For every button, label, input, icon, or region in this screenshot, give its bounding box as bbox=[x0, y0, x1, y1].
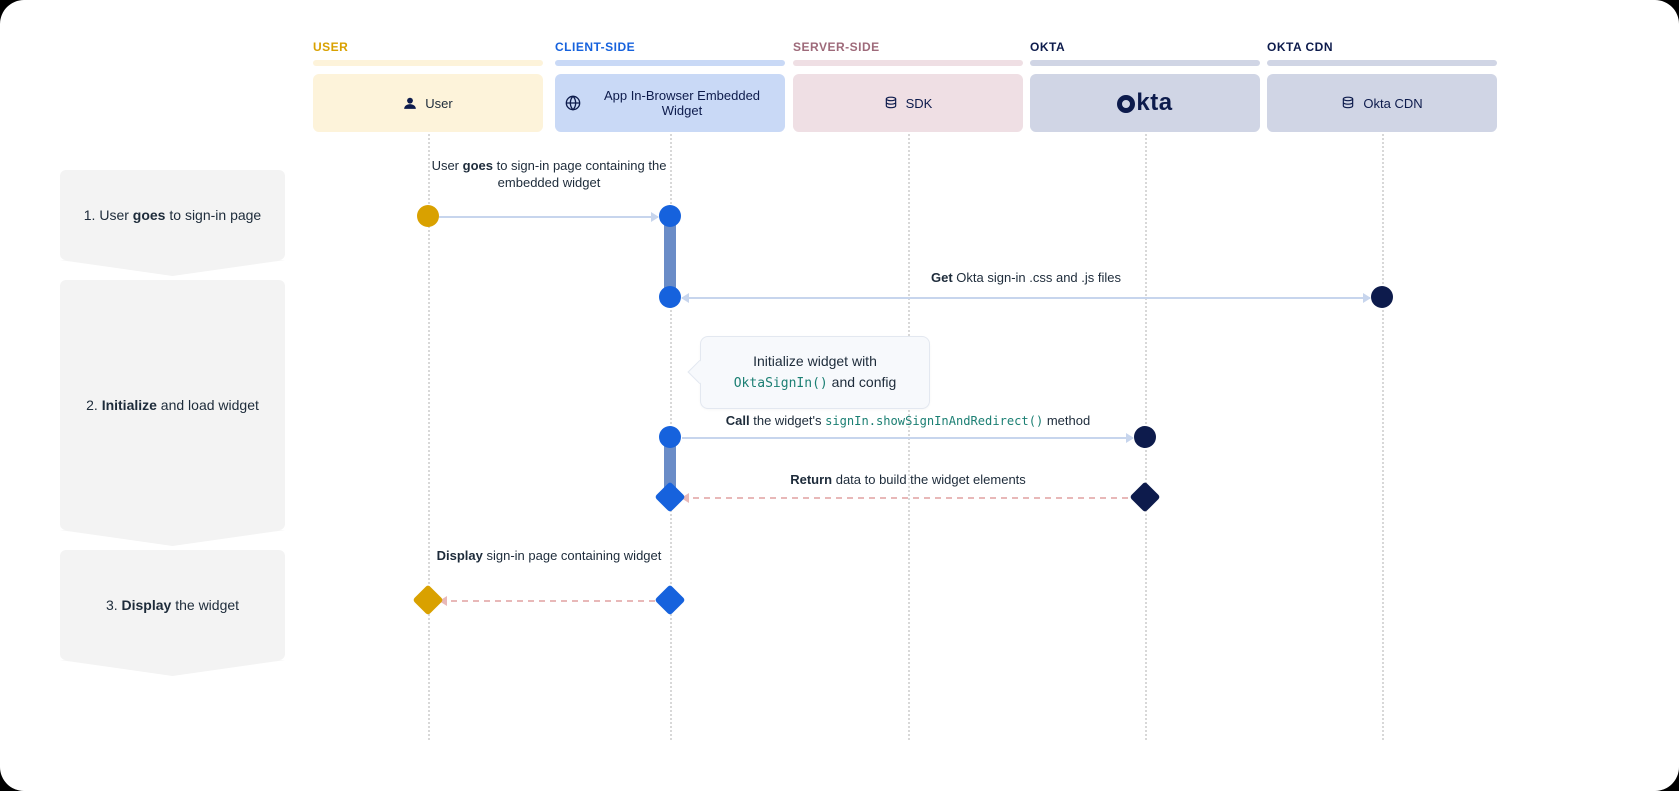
lane-bar bbox=[1267, 60, 1497, 66]
node-user-diamond bbox=[412, 584, 443, 615]
lane-box: User bbox=[313, 74, 543, 132]
arrow bbox=[682, 497, 1133, 499]
lane-title: OKTA CDN bbox=[1267, 40, 1497, 54]
step-3: 3. Display the widget bbox=[60, 550, 285, 660]
node-cdn bbox=[1371, 286, 1393, 308]
node-client-diamond bbox=[654, 481, 685, 512]
step-1: 1. User goes to sign-in page bbox=[60, 170, 285, 260]
speech-bubble: Initialize widget with OktaSignIn() and … bbox=[700, 336, 930, 409]
node-okta-diamond bbox=[1129, 481, 1160, 512]
okta-logo: kta bbox=[1117, 89, 1172, 117]
msg-label: Get Okta sign-in .css and .js files bbox=[931, 270, 1121, 285]
arrow bbox=[440, 600, 658, 602]
msg-label: Display sign-in page containing widget bbox=[419, 548, 679, 565]
node-client bbox=[659, 286, 681, 308]
lane-server: SERVER-SIDE SDK bbox=[793, 40, 1023, 132]
lane-label: SDK bbox=[906, 96, 933, 111]
arrow bbox=[439, 216, 658, 218]
lane-label: Okta CDN bbox=[1363, 96, 1422, 111]
diagram-card: USER User CLIENT-SIDE App In-Browser Emb… bbox=[0, 0, 1679, 791]
node-client bbox=[659, 426, 681, 448]
node-user-start bbox=[417, 205, 439, 227]
lane-box: kta bbox=[1030, 74, 1260, 132]
lifeline-server bbox=[908, 125, 910, 740]
msg-label: Call the widget's signIn.showSignInAndRe… bbox=[726, 413, 1090, 428]
database-icon bbox=[1341, 96, 1355, 110]
lane-user: USER User bbox=[313, 40, 543, 132]
lane-bar bbox=[313, 60, 543, 66]
lane-okta: OKTA kta bbox=[1030, 40, 1260, 132]
node-okta bbox=[1134, 426, 1156, 448]
globe-icon bbox=[565, 95, 581, 111]
lane-bar bbox=[1030, 60, 1260, 66]
sequence-diagram: USER User CLIENT-SIDE App In-Browser Emb… bbox=[60, 40, 1560, 740]
lane-bar bbox=[555, 60, 785, 66]
lane-client: CLIENT-SIDE App In-Browser Embedded Widg… bbox=[555, 40, 785, 132]
lane-title: SERVER-SIDE bbox=[793, 40, 1023, 54]
lane-title: OKTA bbox=[1030, 40, 1260, 54]
lane-cdn: OKTA CDN Okta CDN bbox=[1267, 40, 1497, 132]
lane-label: User bbox=[425, 96, 452, 111]
lane-box: Okta CDN bbox=[1267, 74, 1497, 132]
node-client-diamond bbox=[654, 584, 685, 615]
lane-box: App In-Browser Embedded Widget bbox=[555, 74, 785, 132]
step-2: 2. Initialize and load widget bbox=[60, 280, 285, 530]
database-icon bbox=[884, 96, 898, 110]
arrow bbox=[682, 437, 1133, 439]
arrow bbox=[682, 297, 1370, 299]
user-icon bbox=[403, 96, 417, 110]
lifeline-cdn bbox=[1382, 125, 1384, 740]
lane-title: USER bbox=[313, 40, 543, 54]
lane-box: SDK bbox=[793, 74, 1023, 132]
lane-label: App In-Browser Embedded Widget bbox=[589, 88, 775, 118]
lane-bar bbox=[793, 60, 1023, 66]
msg-label: User goes to sign-in page containing the… bbox=[419, 158, 679, 192]
lane-title: CLIENT-SIDE bbox=[555, 40, 785, 54]
node-client bbox=[659, 205, 681, 227]
msg-label: Return data to build the widget elements bbox=[790, 472, 1026, 487]
